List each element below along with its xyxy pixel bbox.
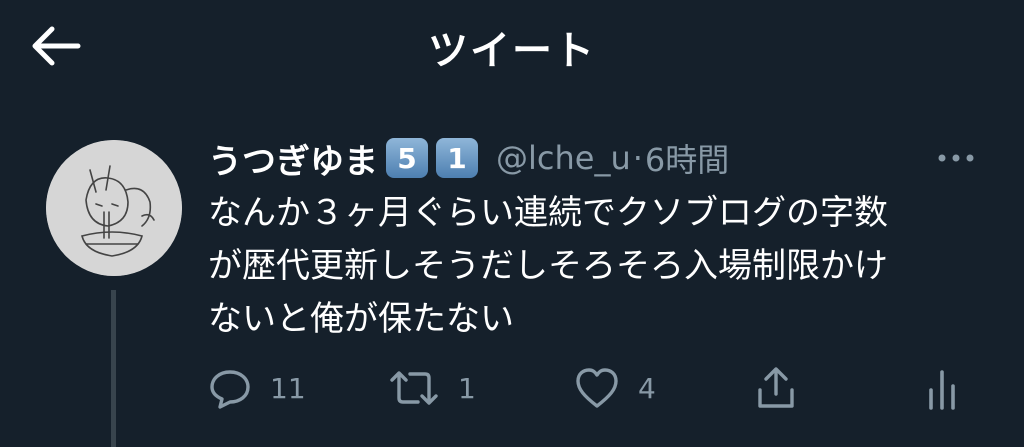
retweet-button[interactable]: 1 xyxy=(388,360,476,416)
more-icon xyxy=(938,154,974,162)
badge-5: 5 xyxy=(386,138,428,178)
share-icon xyxy=(758,367,794,408)
heart-icon xyxy=(576,368,618,408)
reply-button[interactable]: 11 xyxy=(208,360,306,416)
more-button[interactable] xyxy=(934,148,978,168)
action-bar: 11 1 4 xyxy=(208,360,968,416)
top-bar: ツイート xyxy=(0,0,1024,95)
tweet-meta: うつぎゆま 5 1 @lche_u · 6時間 xyxy=(208,134,729,183)
author-handle[interactable]: @lche_u xyxy=(496,139,631,177)
reply-icon xyxy=(210,370,250,409)
tweet-text: なんか３ヶ月ぐらい連続でクソブログの字数 が歴代更新しそうだしそろそろ入場制限か… xyxy=(208,187,988,346)
page-title: ツイート xyxy=(428,28,596,74)
share-button[interactable] xyxy=(754,360,798,416)
meta-separator: · xyxy=(632,139,643,177)
author-name[interactable]: うつぎゆま xyxy=(208,134,378,183)
reply-count: 11 xyxy=(270,371,306,405)
avatar-sketch-icon xyxy=(46,140,182,276)
badge-1: 1 xyxy=(436,138,478,178)
analytics-button[interactable] xyxy=(924,360,960,416)
tweet-text-line: ないと俺が保たない xyxy=(208,299,514,339)
tweet-text-line: なんか３ヶ月ぐらい連続でクソブログの字数 xyxy=(208,193,888,233)
tweet-text-line: が歴代更新しそうだしそろそろ入場制限かけ xyxy=(208,246,888,286)
analytics-icon xyxy=(929,370,955,410)
thread-line xyxy=(111,290,116,447)
retweet-icon xyxy=(390,371,438,405)
like-button[interactable]: 4 xyxy=(574,360,656,416)
retweet-count: 1 xyxy=(458,371,476,405)
timestamp[interactable]: 6時間 xyxy=(645,135,729,181)
like-count: 4 xyxy=(638,371,656,405)
avatar[interactable] xyxy=(46,140,182,276)
